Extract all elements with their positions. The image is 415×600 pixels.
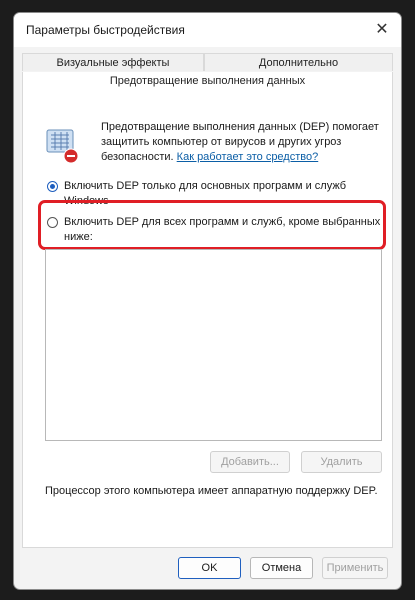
apply-button[interactable]: Применить bbox=[322, 557, 388, 579]
tab-dep[interactable]: Предотвращение выполнения данных bbox=[22, 72, 393, 92]
remove-button[interactable]: Удалить bbox=[301, 451, 382, 473]
tab-advanced[interactable]: Дополнительно bbox=[204, 53, 393, 71]
close-icon[interactable]: ✕ bbox=[371, 19, 393, 41]
option-all-except-label: Включить DEP для всех программ и служб, … bbox=[64, 216, 381, 243]
dep-description: Предотвращение выполнения данных (DEP) п… bbox=[101, 120, 386, 165]
window-title: Параметры быстродействия bbox=[26, 23, 185, 37]
hardware-support-text: Процессор этого компьютера имеет аппарат… bbox=[45, 485, 378, 497]
cancel-button[interactable]: Отмена bbox=[250, 557, 313, 579]
title-bar: Параметры быстродействия ✕ bbox=[14, 13, 401, 47]
how-it-works-link[interactable]: Как работает это средство? bbox=[177, 151, 319, 163]
add-button[interactable]: Добавить... bbox=[210, 451, 290, 473]
tab-visual-effects[interactable]: Визуальные эффекты bbox=[22, 53, 204, 71]
exception-list[interactable] bbox=[45, 249, 382, 441]
radio-all-except[interactable] bbox=[47, 217, 58, 228]
dep-panel: Предотвращение выполнения данных (DEP) п… bbox=[22, 91, 393, 548]
radio-essential-only[interactable] bbox=[47, 181, 58, 192]
performance-options-dialog: Параметры быстродействия ✕ Визуальные эф… bbox=[13, 12, 402, 590]
dep-shield-icon bbox=[46, 129, 79, 164]
tab-strip: Визуальные эффекты Дополнительно bbox=[22, 53, 393, 72]
ok-button[interactable]: OK bbox=[178, 557, 241, 579]
